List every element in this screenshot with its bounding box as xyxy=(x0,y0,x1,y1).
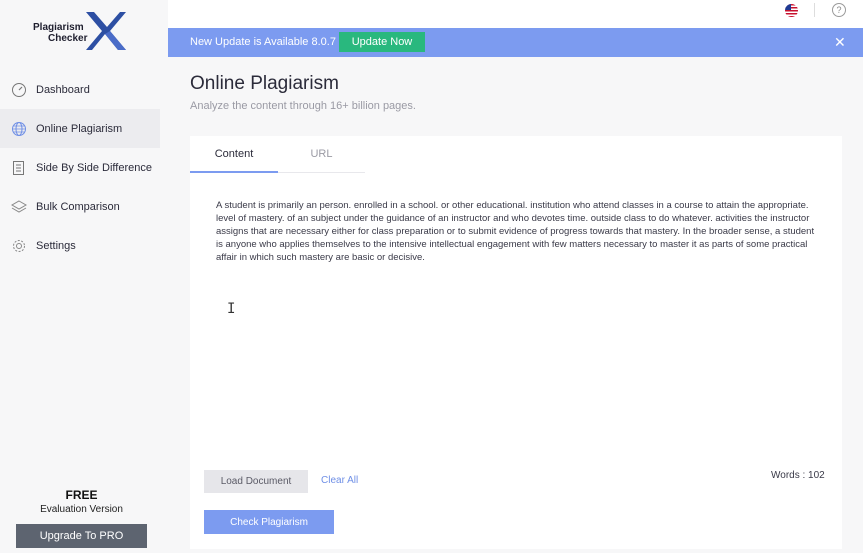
content-textarea[interactable]: A student is primarily an person. enroll… xyxy=(216,199,816,264)
globe-icon xyxy=(11,121,27,137)
gear-icon xyxy=(11,238,27,254)
update-now-button[interactable]: Update Now xyxy=(339,32,425,52)
sidebar-item-label: Online Plagiarism xyxy=(36,122,123,135)
sidebar-item-label: Side By Side Difference xyxy=(36,161,152,174)
language-flag-icon[interactable] xyxy=(785,4,798,17)
sidebar-item-bulk-comparison[interactable]: Bulk Comparison xyxy=(0,187,160,226)
top-bar: ? xyxy=(168,0,863,28)
text-cursor-icon: I xyxy=(227,301,236,317)
close-icon[interactable]: ✕ xyxy=(834,35,846,49)
upgrade-button[interactable]: Upgrade To PRO xyxy=(16,524,147,548)
page-subtitle: Analyze the content through 16+ billion … xyxy=(190,100,416,112)
sidebar-item-side-by-side[interactable]: Side By Side Difference xyxy=(0,148,160,187)
license-info: FREE Evaluation Version xyxy=(0,488,163,515)
load-document-button[interactable]: Load Document xyxy=(204,470,308,493)
app-logo: Plagiarism Checker xyxy=(30,12,130,52)
sidebar: Plagiarism Checker Dashboard Online Plag… xyxy=(0,0,168,553)
page-title: Online Plagiarism xyxy=(190,73,339,94)
logo-x-mark xyxy=(86,12,126,50)
clear-all-link[interactable]: Clear All xyxy=(321,475,358,486)
update-banner-text: New Update is Available 8.0.7 xyxy=(190,36,336,48)
license-title: FREE xyxy=(65,488,98,502)
content-panel: Content URL A student is primarily an pe… xyxy=(190,136,842,549)
sidebar-item-label: Bulk Comparison xyxy=(36,200,120,213)
layers-icon xyxy=(11,199,27,215)
sidebar-item-label: Dashboard xyxy=(36,83,90,96)
gauge-icon xyxy=(11,82,27,98)
logo-text-line1: Plagiarism xyxy=(33,22,84,33)
license-subtitle: Evaluation Version xyxy=(40,504,123,515)
help-icon[interactable]: ? xyxy=(832,3,846,17)
sidebar-nav: Dashboard Online Plagiarism Side By Side… xyxy=(0,70,160,265)
document-icon xyxy=(11,160,27,176)
word-count: Words : 102 xyxy=(771,470,825,481)
check-plagiarism-button[interactable]: Check Plagiarism xyxy=(204,510,334,534)
tab-content[interactable]: Content xyxy=(190,136,278,173)
sidebar-item-dashboard[interactable]: Dashboard xyxy=(0,70,160,109)
toolbar-divider xyxy=(814,3,815,17)
sidebar-item-label: Settings xyxy=(36,239,76,252)
update-banner: New Update is Available 8.0.7 Update Now… xyxy=(168,28,863,57)
input-tabs: Content URL xyxy=(190,136,365,174)
tab-url[interactable]: URL xyxy=(278,136,365,173)
sidebar-item-online-plagiarism[interactable]: Online Plagiarism xyxy=(0,109,160,148)
sidebar-item-settings[interactable]: Settings xyxy=(0,226,160,265)
